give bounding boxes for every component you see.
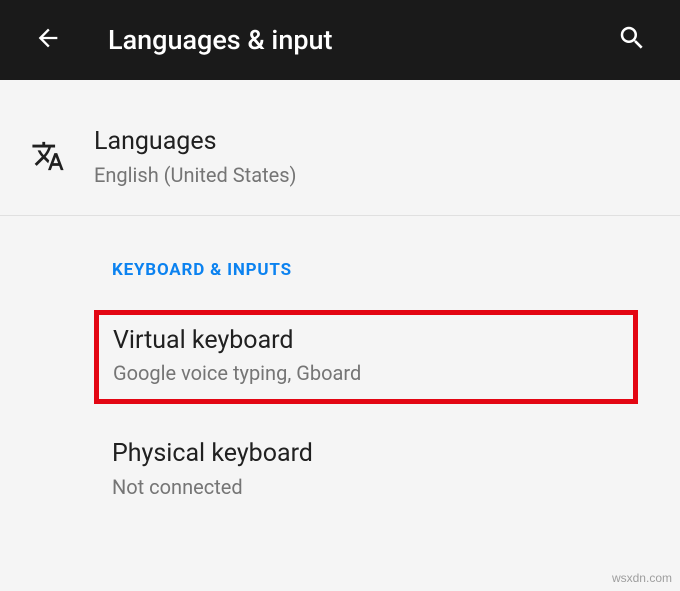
pref-languages[interactable]: Languages English (United States) bbox=[0, 110, 680, 207]
pref-physical-keyboard[interactable]: Physical keyboard Not connected bbox=[0, 422, 680, 519]
back-button[interactable] bbox=[24, 16, 72, 64]
search-icon bbox=[617, 23, 647, 57]
watermark: wsxdn.com bbox=[612, 571, 672, 585]
pref-physical-keyboard-title: Physical keyboard bbox=[112, 438, 656, 471]
pref-physical-keyboard-summary: Not connected bbox=[112, 475, 656, 499]
pref-virtual-keyboard-summary: Google voice typing, Gboard bbox=[113, 361, 619, 385]
back-arrow-icon bbox=[34, 24, 62, 56]
pref-physical-keyboard-text: Physical keyboard Not connected bbox=[112, 438, 656, 499]
section-header-keyboard: KEYBOARD & INPUTS bbox=[0, 216, 680, 304]
settings-content: Languages English (United States) KEYBOA… bbox=[0, 80, 680, 519]
pref-languages-text: Languages English (United States) bbox=[94, 126, 656, 187]
page-title: Languages & input bbox=[108, 24, 608, 56]
pref-languages-summary: English (United States) bbox=[94, 163, 656, 187]
search-button[interactable] bbox=[608, 16, 656, 64]
pref-languages-title: Languages bbox=[94, 126, 656, 159]
pref-virtual-keyboard-title: Virtual keyboard bbox=[113, 325, 619, 358]
translate-icon bbox=[24, 132, 72, 180]
app-bar: Languages & input bbox=[0, 0, 680, 80]
pref-virtual-keyboard[interactable]: Virtual keyboard Google voice typing, Gb… bbox=[94, 310, 638, 405]
